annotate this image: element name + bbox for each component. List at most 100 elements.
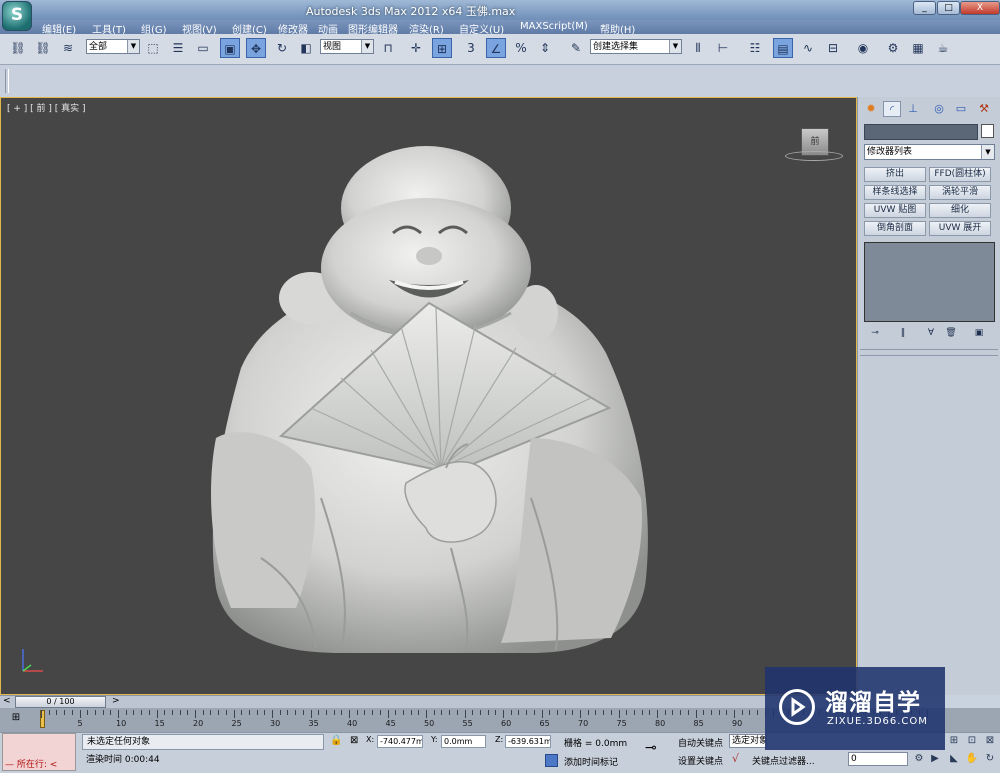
modifier-list-dropdown[interactable]: 修改器列表 ▼ xyxy=(864,144,995,160)
schematic-view-icon[interactable]: ⊟ xyxy=(823,38,843,58)
track-tick-label: 35 xyxy=(308,719,319,728)
app-logo-button[interactable]: S xyxy=(2,1,32,31)
named-selection-dropdown[interactable]: 创建选择集 ▼ xyxy=(590,39,682,54)
selected-object-dropdown[interactable]: 选定对象 xyxy=(729,734,767,748)
display-tab-icon[interactable]: ▭ xyxy=(952,101,970,117)
modifier-bevel-profile-button[interactable]: 倒角剖面 xyxy=(864,221,926,236)
curve-editor-icon[interactable]: ∿ xyxy=(798,38,818,58)
auto-key-button[interactable]: 自动关键点 xyxy=(678,736,723,749)
viewport-label[interactable]: [ + ] [ 前 ] [ 真实 ] xyxy=(7,101,86,114)
select-by-name-icon[interactable]: ☰ xyxy=(168,38,188,58)
angle-snap-icon[interactable]: ∠ xyxy=(486,38,506,58)
time-next-button[interactable]: > xyxy=(112,696,120,706)
x-coordinate-field[interactable]: -740.477m xyxy=(377,735,423,748)
track-tick xyxy=(695,710,697,718)
motion-tab-icon[interactable]: ◎ xyxy=(930,101,948,117)
select-rotate-icon[interactable]: ↻ xyxy=(272,38,292,58)
orbit-icon[interactable]: ↻ xyxy=(983,752,997,766)
maximize-button[interactable]: □ xyxy=(937,1,960,15)
keyboard-shortcut-toggle-icon[interactable]: ⊞ xyxy=(432,38,452,58)
time-slider[interactable]: < 0 / 100 > xyxy=(0,695,857,709)
zoom-icon[interactable]: ⊞ xyxy=(947,734,961,748)
time-tag-icon[interactable] xyxy=(545,754,558,767)
ref-coord-dropdown[interactable]: 视图 ▼ xyxy=(320,39,374,54)
spinner-snap-icon[interactable]: ⇕ xyxy=(535,38,555,58)
modifier-tessellate-button[interactable]: 细化 xyxy=(929,203,991,218)
current-frame-field[interactable]: 0 xyxy=(848,752,908,766)
material-editor-icon[interactable]: ◉ xyxy=(853,38,873,58)
key-mode-icon[interactable]: ⊸ xyxy=(645,740,657,756)
minimize-button[interactable]: _ xyxy=(913,1,936,15)
render-teapot-icon[interactable]: ☕ xyxy=(933,38,953,58)
remove-modifier-icon[interactable]: 🗑 xyxy=(944,327,958,340)
set-key-button[interactable]: 设置关键点 xyxy=(678,754,723,767)
select-move-icon[interactable]: ✥ xyxy=(246,38,266,58)
time-slider-thumb[interactable]: 0 / 100 xyxy=(15,696,106,708)
configure-modifier-sets-icon[interactable]: ▣ xyxy=(972,327,986,340)
track-tick xyxy=(572,710,574,715)
select-object-icon[interactable]: ⬚ xyxy=(143,38,163,58)
modifier-stack-list[interactable] xyxy=(864,242,995,322)
mirror-icon[interactable]: ⫴ xyxy=(688,38,708,58)
track-tick xyxy=(372,710,374,715)
track-tick xyxy=(79,710,81,718)
pin-stack-icon[interactable]: ⊸ xyxy=(868,327,882,340)
window-crossing-icon[interactable]: ▣ xyxy=(220,38,240,58)
pivot-center-icon[interactable]: ⊓ xyxy=(378,38,398,58)
zoom-extents-icon[interactable]: ⊠ xyxy=(983,734,997,748)
add-time-tag[interactable]: 添加时间标记 xyxy=(564,755,618,768)
time-prev-button[interactable]: < xyxy=(3,696,11,706)
rendered-frame-icon[interactable]: ▦ xyxy=(908,38,928,58)
mini-curve-editor-icon[interactable]: ⊞ xyxy=(8,712,24,726)
front-viewport[interactable]: [ + ] [ 前 ] [ 真实 ] 前 xyxy=(0,97,857,695)
edit-named-selections-icon[interactable]: ✎ xyxy=(566,38,586,58)
percent-snap-icon[interactable]: % xyxy=(511,38,531,58)
show-end-result-icon[interactable]: ‖ xyxy=(896,327,910,340)
utilities-tab-icon[interactable]: ⚒ xyxy=(975,101,993,117)
modify-tab-icon[interactable]: ◜ xyxy=(883,101,901,117)
viewcube-compass-ring[interactable] xyxy=(785,151,843,161)
snap-toggle-icon[interactable]: 3 xyxy=(461,38,481,58)
modifier-uvw-map-button[interactable]: UVW 贴图 xyxy=(864,203,926,218)
select-scale-icon[interactable]: ◧ xyxy=(296,38,316,58)
modifier-spline-select-button[interactable]: 样条线选择 xyxy=(864,185,926,200)
close-button[interactable]: X xyxy=(960,1,1000,15)
make-unique-icon[interactable]: ∀ xyxy=(924,327,938,340)
graphite-ribbon-icon[interactable]: ▤ xyxy=(773,38,793,58)
track-tick-label: 75 xyxy=(616,719,627,728)
field-of-view-icon[interactable]: ◣ xyxy=(947,752,961,766)
select-manipulate-icon[interactable]: ✛ xyxy=(406,38,426,58)
layer-manager-icon[interactable]: ☷ xyxy=(745,38,765,58)
watermark-url: ZIXUE.3D66.COM xyxy=(827,716,928,727)
z-coordinate-field[interactable]: -639.631m xyxy=(505,735,551,748)
key-filters-button[interactable]: 关键点过滤器... xyxy=(752,754,815,767)
z-label: Z: xyxy=(495,735,504,744)
bind-spacewarp-icon[interactable]: ≋ xyxy=(58,38,78,58)
menu-maxscript[interactable]: MAXScript(M) xyxy=(520,21,588,32)
buddha-statue-model[interactable] xyxy=(201,138,661,658)
render-setup-icon[interactable]: ⚙ xyxy=(883,38,903,58)
play-circle-icon xyxy=(779,689,815,725)
time-config-icon[interactable]: ⚙ xyxy=(912,752,926,766)
object-name-field[interactable] xyxy=(864,124,978,140)
ribbon-handle[interactable] xyxy=(5,69,9,93)
selection-filter-dropdown[interactable]: 全部 ▼ xyxy=(86,39,140,54)
modifier-unwrap-uvw-button[interactable]: UVW 展开 xyxy=(929,221,991,236)
pan-hand-icon[interactable]: ✋ xyxy=(965,752,979,766)
object-color-swatch[interactable] xyxy=(981,124,994,138)
absolute-mode-icon[interactable]: ⊠ xyxy=(350,735,358,746)
link-icon[interactable]: ⛓ xyxy=(8,38,28,58)
hierarchy-tab-icon[interactable]: ⊥ xyxy=(904,101,922,117)
play-icon[interactable]: ▶ xyxy=(928,752,942,766)
y-coordinate-field[interactable]: 0.0mm xyxy=(441,735,486,748)
unlink-icon[interactable]: ⛓ xyxy=(33,38,53,58)
modifier-turbosmooth-button[interactable]: 涡轮平滑 xyxy=(929,185,991,200)
modifier-extrude-button[interactable]: 挤出 xyxy=(864,167,926,182)
zoom-all-icon[interactable]: ⊡ xyxy=(965,734,979,748)
rect-selection-region-icon[interactable]: ▭ xyxy=(193,38,213,58)
lock-selection-icon[interactable]: 🔒 xyxy=(330,735,342,746)
track-tick xyxy=(472,710,474,715)
create-tab-icon[interactable]: ✹ xyxy=(862,101,880,117)
modifier-ffd-cyl-button[interactable]: FFD(圆柱体) xyxy=(929,167,991,182)
align-icon[interactable]: ⊢ xyxy=(713,38,733,58)
